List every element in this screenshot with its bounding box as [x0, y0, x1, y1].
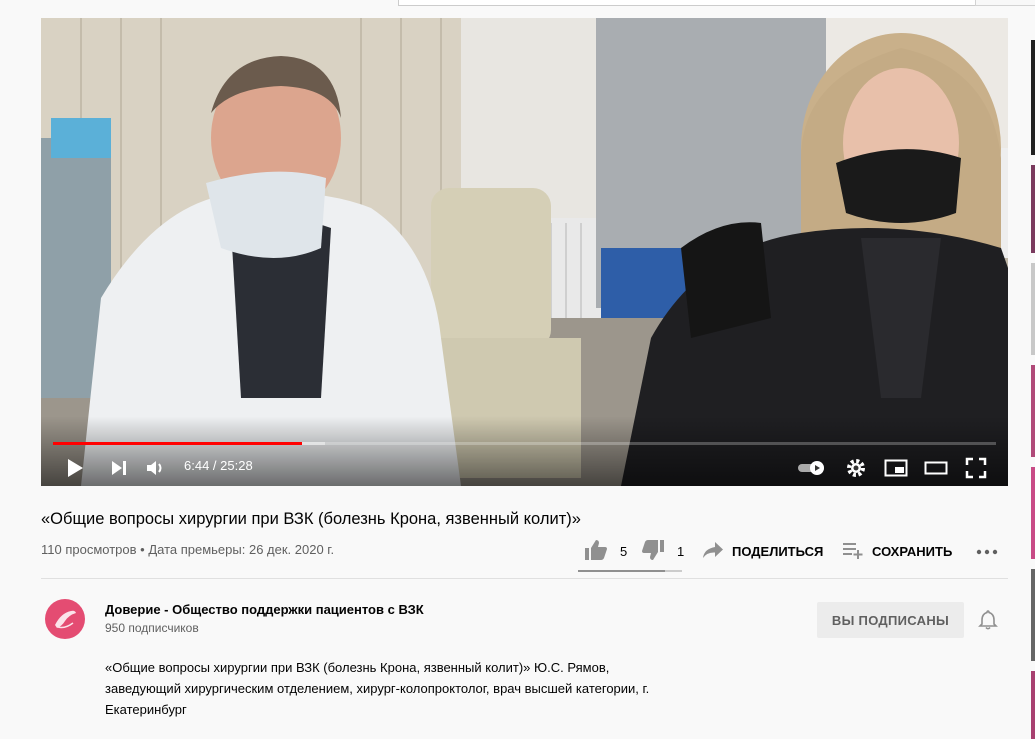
like-button[interactable]: 5: [584, 536, 627, 566]
description-line: Екатеринбург: [105, 702, 187, 717]
more-actions-button[interactable]: [976, 536, 998, 566]
time-total: 25:28: [220, 458, 253, 473]
save-button[interactable]: СОХРАНИТЬ: [842, 536, 952, 566]
save-label: СОХРАНИТЬ: [872, 543, 953, 559]
time-current: 6:44: [184, 458, 210, 473]
progress-bar[interactable]: [53, 442, 996, 445]
description-line: «Общие вопросы хирургии при ВЗК (болезнь…: [105, 660, 610, 675]
share-label: ПОДЕЛИТЬСЯ: [732, 543, 824, 559]
video-title: «Общие вопросы хирургии при ВЗК (болезнь…: [41, 510, 581, 528]
like-count: 5: [620, 543, 628, 559]
theater-mode-button[interactable]: [924, 456, 948, 480]
thumbs-up-icon: [584, 539, 608, 564]
meta-separator: •: [136, 542, 149, 557]
sidebar-recommendations-edge: [1031, 18, 1035, 739]
divider: [41, 578, 1008, 579]
play-button[interactable]: [65, 456, 85, 480]
video-player[interactable]: 6:44 / 25:28: [41, 18, 1008, 486]
channel-avatar[interactable]: [45, 599, 85, 639]
time-separator: /: [209, 458, 221, 473]
play-icon: [65, 457, 85, 479]
settings-button[interactable]: [845, 456, 867, 480]
bell-icon: [977, 610, 999, 635]
fullscreen-icon: [965, 457, 987, 479]
search-button-edge[interactable]: [975, 0, 1035, 6]
autoplay-toggle-icon: [797, 460, 827, 476]
sentiment-bar: [578, 570, 682, 572]
view-count: 110 просмотров: [41, 542, 137, 557]
fullscreen-button[interactable]: [965, 456, 987, 480]
theater-mode-icon: [924, 458, 948, 478]
next-icon: [109, 458, 129, 478]
volume-button[interactable]: [145, 456, 167, 480]
share-arrow-icon: [702, 540, 724, 563]
next-button[interactable]: [109, 456, 129, 480]
premiere-date: Дата премьеры: 26 дек. 2020 г.: [148, 542, 335, 557]
dislike-button[interactable]: 1: [641, 536, 684, 566]
more-horizontal-icon: [976, 544, 998, 559]
miniplayer-icon: [884, 458, 908, 478]
video-meta: 110 просмотров • Дата премьеры: 26 дек. …: [41, 541, 334, 559]
video-description: «Общие вопросы хирургии при ВЗК (болезнь…: [105, 657, 745, 720]
progress-played: [53, 442, 303, 445]
subscriber-count: 950 подписчиков: [105, 621, 199, 635]
gear-icon: [845, 457, 867, 479]
miniplayer-button[interactable]: [884, 456, 908, 480]
thumbs-down-icon: [641, 539, 665, 564]
autoplay-toggle[interactable]: [797, 456, 827, 480]
share-button[interactable]: ПОДЕЛИТЬСЯ: [702, 536, 823, 566]
search-bar-edge[interactable]: [398, 0, 976, 6]
playlist-add-icon: [842, 540, 864, 563]
subscribed-button[interactable]: ВЫ ПОДПИСАНЫ: [817, 602, 964, 638]
time-display: 6:44 / 25:28: [184, 458, 253, 474]
dislike-count: 1: [677, 543, 685, 559]
volume-icon: [145, 458, 167, 478]
description-line: заведующий хирургическим отделением, хир…: [105, 681, 650, 696]
sentiment-like-fill: [578, 570, 665, 572]
notification-bell-button[interactable]: [977, 609, 999, 631]
channel-name[interactable]: Доверие - Общество поддержки пациентов с…: [105, 602, 424, 617]
